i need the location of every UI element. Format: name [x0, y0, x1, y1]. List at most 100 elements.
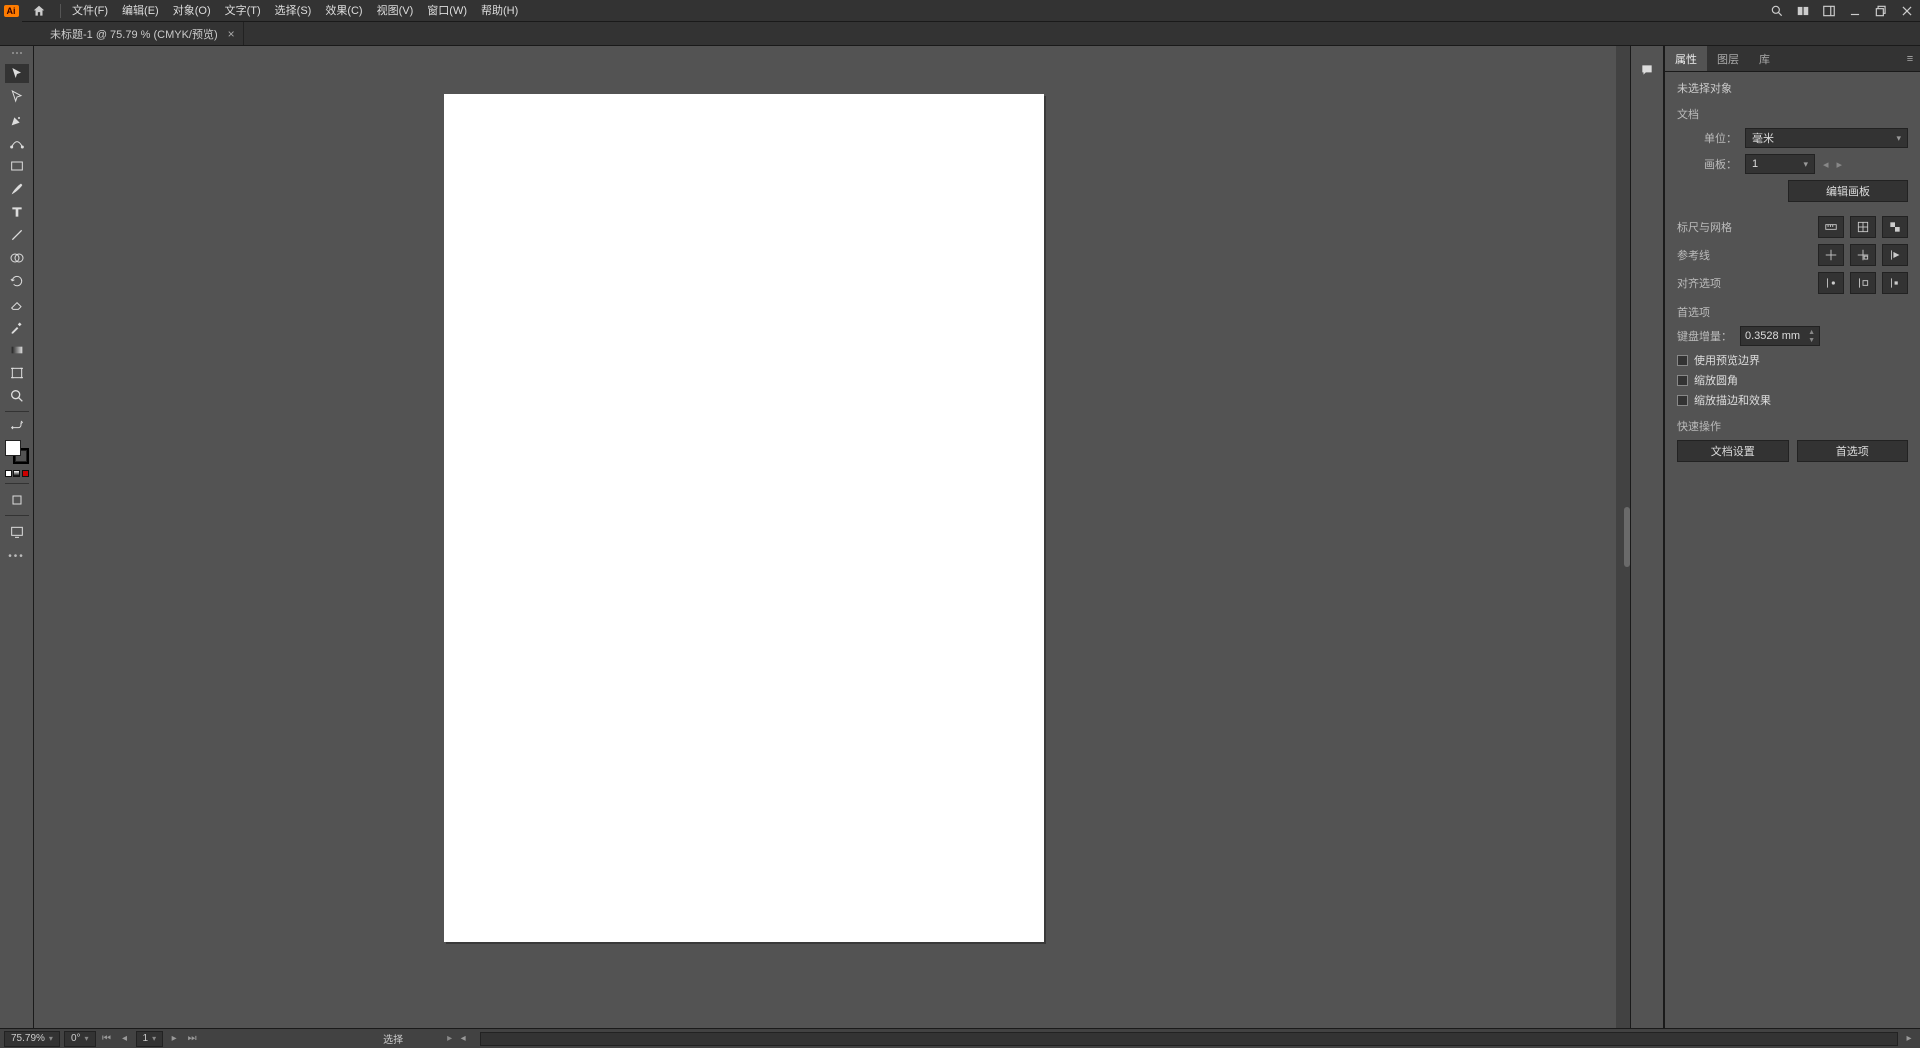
panel-grip-icon[interactable] [7, 52, 27, 56]
snap-pixel-icon[interactable] [1882, 272, 1908, 294]
tab-properties[interactable]: 属性 [1665, 46, 1707, 71]
curvature-tool[interactable] [5, 133, 29, 152]
menu-object[interactable]: 对象(O) [166, 0, 218, 22]
units-label: 单位： [1677, 130, 1737, 146]
menu-effect[interactable]: 效果(C) [318, 0, 369, 22]
scroll-right-icon[interactable]: ▸ [1902, 1032, 1916, 1046]
edit-artboard-button[interactable]: 编辑画板 [1788, 180, 1908, 202]
artboard-nav-value: 1 [143, 1033, 149, 1044]
artboard-tool[interactable] [5, 363, 29, 382]
key-increment-input[interactable]: 0.3528 mm ▲▼ [1740, 326, 1820, 346]
document-tabbar: 未标题-1 @ 75.79 % (CMYK/预览) × [0, 22, 1920, 46]
swap-fill-stroke-icon[interactable] [5, 418, 29, 432]
fill-stroke-icon[interactable] [5, 440, 29, 464]
home-icon[interactable] [28, 1, 50, 21]
artboard-select[interactable]: 1 ▾ [1745, 154, 1815, 174]
menu-select[interactable]: 选择(S) [268, 0, 319, 22]
gradient-tool[interactable] [5, 340, 29, 359]
guides-lock-icon[interactable] [1850, 244, 1876, 266]
draw-mode-icon[interactable] [5, 490, 29, 509]
ruler-icon[interactable] [1818, 216, 1844, 238]
window-close-icon[interactable] [1894, 0, 1920, 22]
artboard-nav-select[interactable]: 1 ▾ [136, 1031, 164, 1047]
toolbar-separator [5, 515, 29, 516]
first-artboard-icon[interactable]: ⏮ [100, 1032, 114, 1046]
line-segment-tool[interactable] [5, 225, 29, 244]
arrange-documents-icon[interactable] [1790, 0, 1816, 22]
key-increment-value: 0.3528 mm [1745, 330, 1800, 342]
guides-label: 参考线 [1677, 247, 1810, 263]
window-restore-icon[interactable] [1868, 0, 1894, 22]
shape-builder-tool[interactable] [5, 248, 29, 267]
chevron-down-icon: ▾ [1803, 159, 1808, 170]
prev-artboard-icon[interactable]: ◂ [118, 1032, 132, 1046]
checkbox-scale-strokes[interactable]: 缩放描边和效果 [1677, 392, 1908, 408]
eyedropper-tool[interactable] [5, 317, 29, 336]
checkbox-label: 缩放描边和效果 [1694, 392, 1771, 408]
menu-edit[interactable]: 编辑(E) [115, 0, 166, 22]
status-popup-icon[interactable]: ▸ [447, 1033, 452, 1044]
snap-label: 对齐选项 [1677, 275, 1810, 291]
artboard-label: 画板： [1677, 156, 1737, 172]
paintbrush-tool[interactable] [5, 179, 29, 198]
stepper-icon[interactable]: ▲▼ [1808, 329, 1815, 344]
last-artboard-icon[interactable]: ⏭ [185, 1032, 199, 1046]
document-setup-button[interactable]: 文档设置 [1677, 440, 1789, 462]
comments-panel-icon[interactable] [1635, 58, 1659, 82]
menu-file[interactable]: 文件(F) [65, 0, 115, 22]
rectangle-tool[interactable] [5, 156, 29, 175]
guides-visibility-icon[interactable] [1818, 244, 1844, 266]
artboard-next-icon[interactable]: ▸ [1837, 158, 1843, 171]
menu-view[interactable]: 视图(V) [370, 0, 421, 22]
window-minimize-icon[interactable] [1842, 0, 1868, 22]
checkbox-scale-corners[interactable]: 缩放圆角 [1677, 372, 1908, 388]
next-artboard-icon[interactable]: ▸ [167, 1032, 181, 1046]
selection-tool[interactable] [5, 64, 29, 83]
tab-libraries[interactable]: 库 [1749, 46, 1780, 71]
color-mode-row[interactable] [5, 470, 29, 477]
toolbar-separator [5, 483, 29, 484]
vertical-scrollbar[interactable] [1616, 46, 1630, 1028]
scroll-left-icon[interactable]: ◂ [456, 1032, 470, 1046]
separator [60, 4, 61, 18]
menu-window[interactable]: 窗口(W) [420, 0, 474, 22]
document-tab[interactable]: 未标题-1 @ 75.79 % (CMYK/预览) × [42, 22, 244, 45]
checkbox-preview-bounds[interactable]: 使用预览边界 [1677, 352, 1908, 368]
pen-tool[interactable] [5, 110, 29, 129]
workspace-icon[interactable] [1816, 0, 1842, 22]
panel-tabs: 属性 图层 库 ≡ [1665, 46, 1920, 72]
checkbox-label: 使用预览边界 [1694, 352, 1760, 368]
panel-menu-icon[interactable]: ≡ [1900, 46, 1920, 71]
direct-selection-tool[interactable] [5, 87, 29, 106]
units-select[interactable]: 毫米 ▾ [1745, 128, 1908, 148]
rotation-select[interactable]: 0° ▾ [64, 1031, 96, 1047]
units-value: 毫米 [1752, 130, 1774, 146]
grid-icon[interactable] [1850, 216, 1876, 238]
section-preferences: 首选项 [1677, 304, 1908, 320]
tab-layers[interactable]: 图层 [1707, 46, 1749, 71]
preferences-button[interactable]: 首选项 [1797, 440, 1909, 462]
menu-type[interactable]: 文字(T) [218, 0, 268, 22]
tools-panel: ••• [0, 46, 34, 1028]
smart-guides-icon[interactable] [1882, 244, 1908, 266]
close-tab-icon[interactable]: × [228, 27, 235, 41]
ruler-grid-label: 标尺与网格 [1677, 219, 1810, 235]
search-icon[interactable] [1764, 0, 1790, 22]
zoom-tool[interactable] [5, 386, 29, 405]
rotate-tool[interactable] [5, 271, 29, 290]
transparency-grid-icon[interactable] [1882, 216, 1908, 238]
menu-help[interactable]: 帮助(H) [474, 0, 525, 22]
canvas-area[interactable] [34, 46, 1630, 1028]
app-icon: Ai [0, 0, 22, 22]
snap-grid-icon[interactable] [1850, 272, 1876, 294]
eraser-tool[interactable] [5, 294, 29, 313]
screen-mode-icon[interactable] [5, 522, 29, 541]
zoom-select[interactable]: 75.79% ▾ [4, 1031, 60, 1047]
artboard-prev-icon[interactable]: ◂ [1823, 158, 1829, 171]
snap-point-icon[interactable] [1818, 272, 1844, 294]
key-increment-label: 键盘增量： [1677, 328, 1732, 344]
horizontal-scrollbar[interactable] [480, 1032, 1898, 1046]
artboard[interactable] [444, 94, 1044, 942]
type-tool[interactable] [5, 202, 29, 221]
edit-toolbar-icon[interactable]: ••• [8, 551, 25, 562]
